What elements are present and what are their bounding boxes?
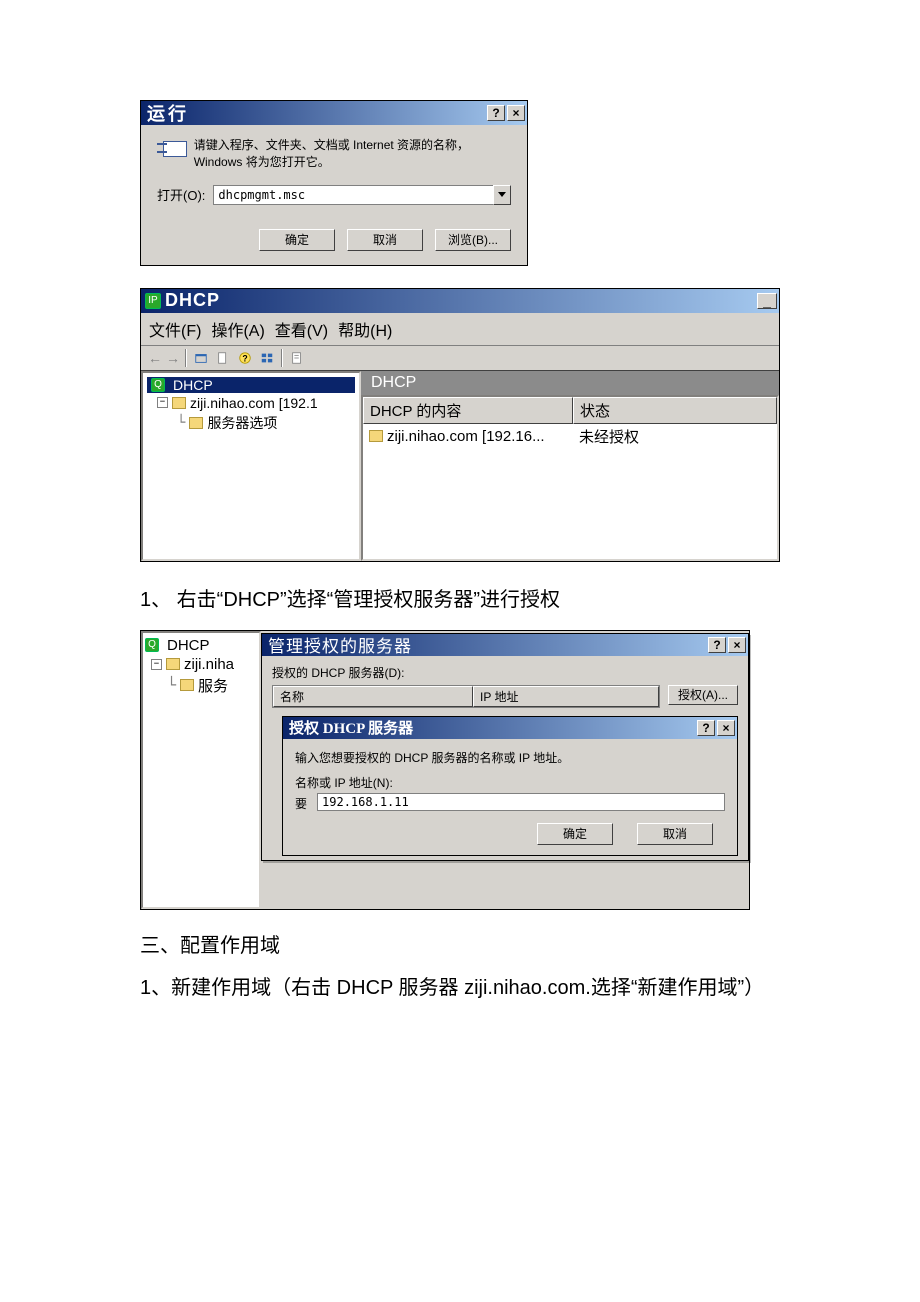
dhcp-icon: Q bbox=[151, 378, 165, 392]
close-button[interactable]: × bbox=[717, 720, 735, 736]
refresh-icon[interactable] bbox=[287, 349, 307, 367]
folder-icon bbox=[189, 417, 203, 429]
auth-titlebar: 管理授权的服务器 ? × bbox=[262, 634, 748, 656]
list-row[interactable]: ziji.nihao.com [192.16... 未经授权 bbox=[363, 424, 777, 449]
minimize-button[interactable]: _ bbox=[757, 293, 777, 309]
column-status[interactable]: 状态 bbox=[573, 397, 777, 424]
auth-list-label: 授权的 DHCP 服务器(D): bbox=[272, 664, 738, 681]
mmc-titlebar: IP DHCP _ bbox=[141, 289, 779, 313]
up-icon[interactable] bbox=[191, 349, 211, 367]
sub-title: 授权 DHCP 服务器 bbox=[289, 717, 695, 738]
sub-titlebar: 授权 DHCP 服务器 ? × bbox=[283, 717, 737, 739]
auth-title: 管理授权的服务器 bbox=[268, 632, 706, 657]
forward-button[interactable]: → bbox=[165, 350, 181, 366]
dhcp-mmc-window-2: Q DHCP − ziji.niha └ 服务 管理授权的服务器 ? × 授权的… bbox=[140, 630, 750, 910]
details-pane: DHCP DHCP 的内容 状态 ziji.nihao.com [192.16.… bbox=[361, 371, 779, 561]
run-message: 请键入程序、文件夹、文档或 Internet 资源的名称，Windows 将为您… bbox=[194, 137, 511, 171]
menubar: 文件(F) 操作(A) 查看(V) 帮助(H) bbox=[141, 313, 779, 346]
run-dialog: 运行 ? × 请键入程序、文件夹、文档或 Internet 资源的名称，Wind… bbox=[140, 100, 528, 266]
authorize-button[interactable]: 授权(A)... bbox=[668, 685, 738, 705]
list-header: DHCP 的内容 状态 bbox=[363, 397, 777, 424]
cancel-button[interactable]: 取消 bbox=[347, 229, 423, 251]
tree-server-label: ziji.niha bbox=[184, 656, 234, 673]
tree-root[interactable]: Q DHCP bbox=[147, 377, 355, 393]
close-button[interactable]: × bbox=[728, 637, 746, 653]
tree-server-node[interactable]: − ziji.nihao.com [192.1 bbox=[157, 395, 355, 411]
tree-server-options[interactable]: └ 服务器选项 bbox=[177, 413, 355, 433]
toolbar-separator bbox=[281, 349, 283, 367]
tree-collapse-icon[interactable]: − bbox=[157, 397, 168, 408]
tree-pane-2[interactable]: Q DHCP − ziji.niha └ 服务 bbox=[141, 631, 261, 909]
authorize-server-dialog: 授权 DHCP 服务器 ? × 输入您想要授权的 DHCP 服务器的名称或 IP… bbox=[282, 716, 738, 856]
sub-message: 输入您想要授权的 DHCP 服务器的名称或 IP 地址。 bbox=[295, 749, 725, 766]
tree-root-label: DHCP bbox=[173, 377, 213, 393]
list-icon[interactable] bbox=[257, 349, 277, 367]
cancel-button[interactable]: 取消 bbox=[637, 823, 713, 845]
details-list[interactable]: DHCP 的内容 状态 ziji.nihao.com [192.16... 未经… bbox=[361, 395, 779, 561]
sub-input-label: 名称或 IP 地址(N): bbox=[295, 774, 725, 791]
toolbar-separator bbox=[185, 349, 187, 367]
side-label: 要 bbox=[295, 795, 307, 812]
tree-server-options[interactable]: └ 服务 bbox=[167, 675, 257, 696]
tree-server-label: ziji.nihao.com [192.1 bbox=[190, 395, 318, 411]
svg-text:?: ? bbox=[242, 353, 247, 363]
tree-connector-icon: └ bbox=[167, 676, 176, 694]
mmc-title-text: DHCP bbox=[165, 290, 757, 311]
auth-grid-header: 名称 IP 地址 bbox=[272, 685, 660, 708]
column-name[interactable]: 名称 bbox=[273, 686, 473, 707]
details-header: DHCP bbox=[361, 371, 779, 395]
dhcp-icon: IP bbox=[145, 293, 161, 309]
ok-button[interactable]: 确定 bbox=[537, 823, 613, 845]
tree-options-label: 服务 bbox=[198, 675, 228, 696]
row-name: ziji.nihao.com [192.16... bbox=[387, 428, 545, 445]
run-title-text: 运行 bbox=[147, 100, 485, 126]
menu-action[interactable]: 操作(A) bbox=[211, 317, 264, 341]
tree-connector-icon: └ bbox=[177, 415, 185, 431]
tree-server-node[interactable]: − ziji.niha bbox=[151, 656, 257, 673]
manage-auth-dialog: 管理授权的服务器 ? × 授权的 DHCP 服务器(D): 名称 IP 地址 授… bbox=[261, 633, 749, 861]
toolbar: ← → ? bbox=[141, 346, 779, 371]
properties-icon[interactable] bbox=[213, 349, 233, 367]
tree-server-options-label: 服务器选项 bbox=[207, 413, 277, 433]
help-button[interactable]: ? bbox=[697, 720, 715, 736]
menu-help[interactable]: 帮助(H) bbox=[338, 317, 392, 341]
menu-view[interactable]: 查看(V) bbox=[275, 317, 328, 341]
dhcp-icon: Q bbox=[145, 638, 159, 652]
name-or-ip-input[interactable] bbox=[317, 793, 725, 811]
combobox-dropdown-button[interactable] bbox=[493, 185, 511, 205]
browse-button[interactable]: 浏览(B)... bbox=[435, 229, 511, 251]
help-button[interactable]: ? bbox=[708, 637, 726, 653]
open-input[interactable] bbox=[213, 185, 493, 205]
column-ip[interactable]: IP 地址 bbox=[473, 686, 659, 707]
tree-root[interactable]: Q DHCP bbox=[145, 637, 257, 654]
instruction-1: 1、 右击“DHCP”选择“管理授权服务器”进行授权 bbox=[140, 584, 780, 616]
back-button[interactable]: ← bbox=[147, 350, 163, 366]
help-button[interactable]: ? bbox=[487, 105, 505, 121]
server-icon bbox=[172, 397, 186, 409]
run-titlebar: 运行 ? × bbox=[141, 101, 527, 125]
folder-icon bbox=[180, 679, 194, 691]
open-label: 打开(O): bbox=[157, 185, 205, 204]
open-combobox[interactable] bbox=[213, 185, 511, 205]
heading-3: 三、配置作用域 bbox=[140, 930, 780, 962]
tree-root-label: DHCP bbox=[167, 637, 210, 654]
help-icon[interactable]: ? bbox=[235, 349, 255, 367]
tree-pane[interactable]: Q DHCP − ziji.nihao.com [192.1 └ 服务器选项 bbox=[141, 371, 361, 561]
run-icon bbox=[157, 137, 182, 161]
tree-collapse-icon[interactable]: − bbox=[151, 659, 162, 670]
column-content[interactable]: DHCP 的内容 bbox=[363, 397, 573, 424]
close-button[interactable]: × bbox=[507, 105, 525, 121]
instruction-3-1: 1、新建作用域（右击 DHCP 服务器 ziji.nihao.com.选择“新建… bbox=[140, 972, 780, 1004]
row-status: 未经授权 bbox=[579, 426, 771, 447]
dhcp-mmc-window: IP DHCP _ 文件(F) 操作(A) 查看(V) 帮助(H) ← → ? … bbox=[140, 288, 780, 562]
chevron-down-icon bbox=[498, 192, 506, 197]
menu-file[interactable]: 文件(F) bbox=[149, 317, 201, 341]
ok-button[interactable]: 确定 bbox=[259, 229, 335, 251]
server-icon bbox=[369, 430, 383, 442]
server-icon bbox=[166, 658, 180, 670]
